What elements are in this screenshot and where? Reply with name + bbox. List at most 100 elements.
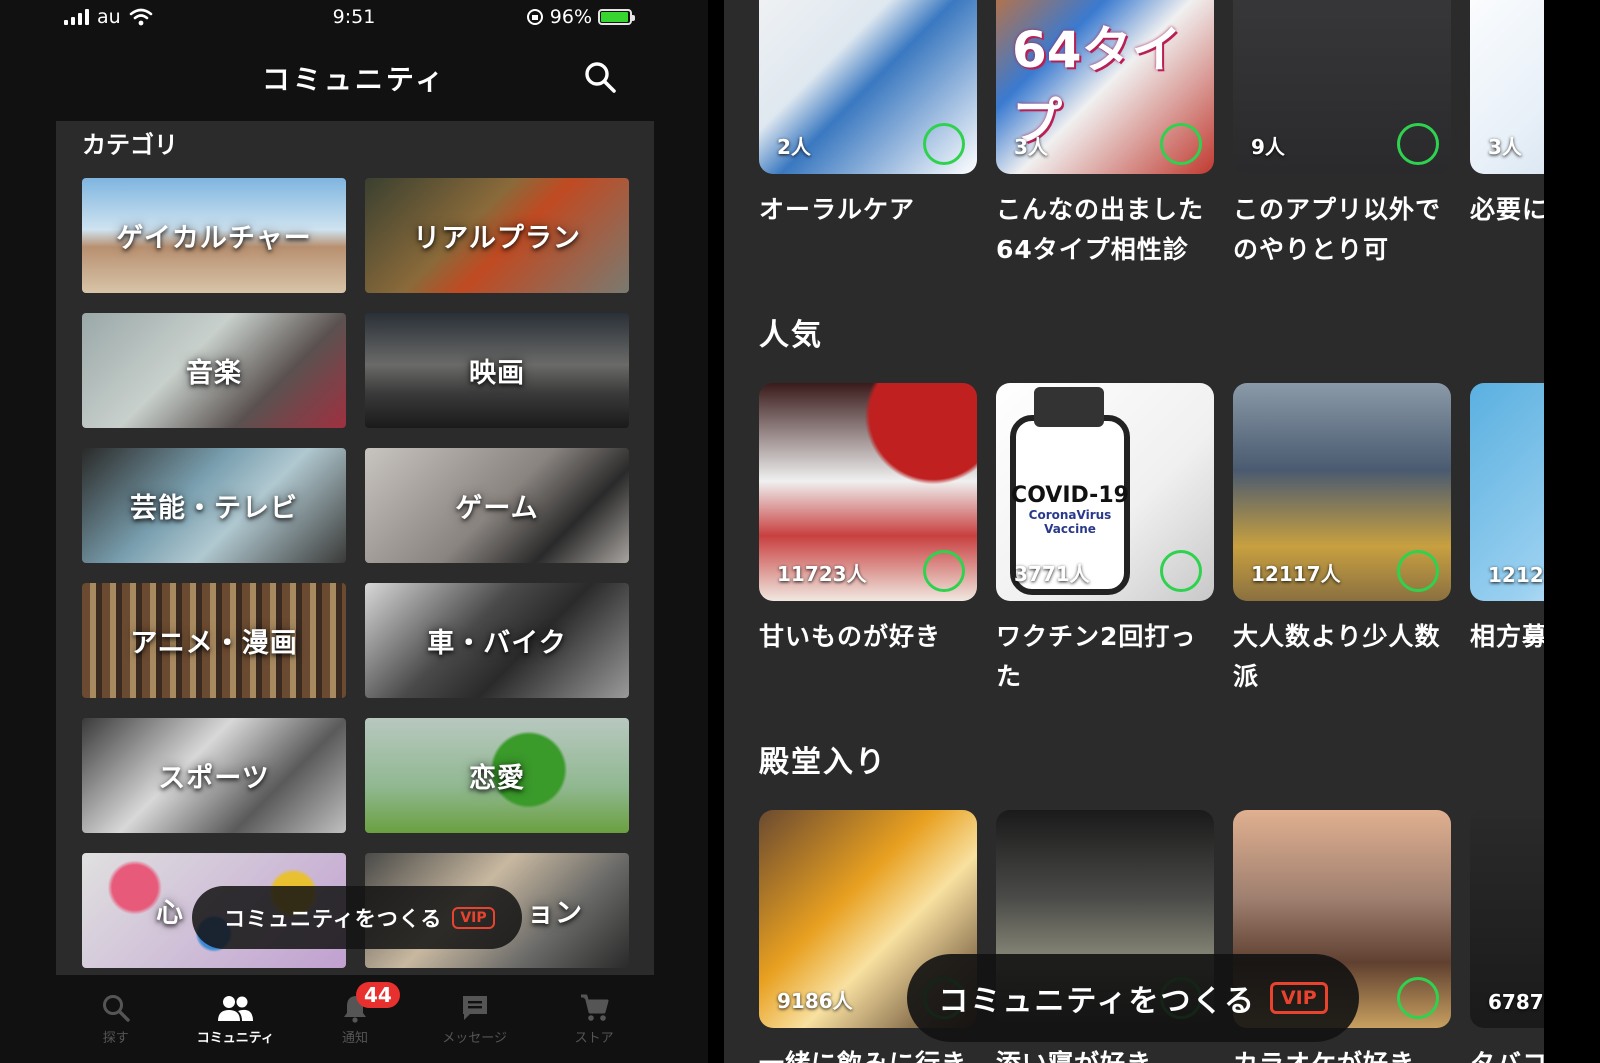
member-count: 12117人	[1251, 562, 1341, 586]
cart-icon	[581, 994, 609, 1021]
tab-search[interactable]: 探す	[61, 975, 171, 1063]
community-thumbnail: 2人	[759, 0, 977, 174]
tab-notifications[interactable]: 通知 44	[300, 975, 410, 1063]
community-thumbnail: 1212	[1470, 383, 1544, 601]
tab-label: メッセージ	[442, 1031, 507, 1046]
category-label: 車・バイク	[427, 628, 567, 659]
category-label: 映画	[469, 358, 525, 389]
community-thumbnail: COVID-19 CoronaVirus Vaccine 3771人	[996, 383, 1214, 601]
community-title: カラオケが好き	[1233, 1044, 1451, 1063]
member-count: 1212	[1488, 563, 1544, 587]
join-ring-icon	[923, 550, 965, 592]
category-tile[interactable]: ゲイカルチャー	[82, 178, 346, 293]
community-title: 相方募	[1470, 622, 1544, 651]
category-tile[interactable]: リアルプラン	[365, 178, 629, 293]
community-title: タバコ	[1470, 1044, 1544, 1063]
vaccine-label: COVID-19 CoronaVirus Vaccine	[1006, 483, 1134, 536]
join-ring-icon	[1397, 550, 1439, 592]
notification-badge: 44	[355, 982, 400, 1008]
search-icon[interactable]	[583, 60, 617, 94]
member-count: 2人	[777, 135, 811, 159]
category-tile[interactable]: 恋愛	[365, 718, 629, 833]
community-card[interactable]: 1212 相方募	[1470, 383, 1544, 697]
category-tile[interactable]: 音楽	[82, 313, 346, 428]
community-card[interactable]: COVID-19 CoronaVirus Vaccine 3771人 ワクチン2…	[996, 383, 1214, 697]
join-ring-icon	[1160, 550, 1202, 592]
member-count: 3771人	[1014, 562, 1090, 586]
community-thumbnail: 12117人	[1233, 383, 1451, 601]
join-ring-icon	[1160, 123, 1202, 165]
community-title: 一緒に飲みに行き	[759, 1044, 977, 1063]
community-card[interactable]: 6787 タバコ	[1470, 810, 1544, 1063]
create-community-button[interactable]: コミュニティをつくる VIP	[907, 954, 1359, 1042]
member-count: 9186人	[777, 989, 853, 1013]
create-community-button[interactable]: コミュニティをつくる VIP	[192, 886, 522, 949]
community-card[interactable]: 11723人 甘いものが好き	[759, 383, 977, 697]
community-title: 添い寝が好き	[996, 1044, 1214, 1063]
category-label: スポーツ	[158, 763, 270, 794]
category-label: 芸能・テレビ	[130, 493, 298, 524]
create-community-label: コミュニティをつくる	[938, 984, 1256, 1019]
community-title: こんなの出ました64タイプ相性診	[996, 195, 1205, 264]
join-ring-icon	[923, 123, 965, 165]
tab-label: 通知	[341, 1031, 368, 1046]
community-title: ワクチン2回打った	[996, 622, 1197, 691]
tab-label: ストア	[574, 1031, 614, 1046]
tab-bar: 探す コミュニティ 通知 44 メッセージ ストア	[56, 975, 654, 1063]
community-card[interactable]: 64タイプ 3人 こんなの出ました64タイプ相性診	[996, 0, 1214, 270]
member-count: 3人	[1014, 135, 1048, 159]
category-label: ョン	[527, 898, 583, 929]
category-heading: カテゴリ	[82, 131, 178, 159]
tab-messages[interactable]: メッセージ	[420, 975, 530, 1063]
category-grid: ゲイカルチャー リアルプラン 音楽 映画 芸能・テレビ ゲーム アニメ・漫画 車…	[82, 178, 629, 968]
join-ring-icon	[1397, 977, 1439, 1019]
top-row: 2人 オーラルケア 64タイプ 3人 こんなの出ました64タイプ相性診 9人 こ…	[759, 0, 1544, 270]
community-title: 甘いものが好き	[759, 622, 942, 651]
category-label: 心	[156, 898, 184, 929]
community-title: 必要にカミン	[1470, 195, 1544, 224]
category-panel: カテゴリ ゲイカルチャー リアルプラン 音楽 映画 芸能・テレビ ゲーム アニメ…	[56, 121, 654, 975]
category-label: リアルプラン	[413, 223, 581, 254]
vaccine-label-sub: CoronaVirus Vaccine	[1028, 508, 1112, 536]
category-label: ゲーム	[455, 493, 539, 524]
tab-community[interactable]: コミュニティ	[180, 975, 290, 1063]
popular-row: 11723人 甘いものが好き COVID-19 CoronaVirus Vacc…	[759, 383, 1544, 697]
community-thumbnail: 11723人	[759, 383, 977, 601]
category-tile[interactable]: アニメ・漫画	[82, 583, 346, 698]
battery-icon	[598, 9, 635, 25]
category-tile[interactable]: 芸能・テレビ	[82, 448, 346, 563]
community-card[interactable]: 12117人 大人数より少人数派	[1233, 383, 1451, 697]
create-community-label: コミュニティをつくる	[224, 906, 443, 931]
category-tile[interactable]: ゲーム	[365, 448, 629, 563]
category-tile[interactable]: スポーツ	[82, 718, 346, 833]
community-card[interactable]: 9人 このアプリ以外でのやりとり可	[1233, 0, 1451, 270]
category-label: アニメ・漫画	[130, 628, 298, 659]
community-card[interactable]: 3人 必要にカミン	[1470, 0, 1544, 270]
community-thumbnail: 6787	[1470, 810, 1544, 1028]
tab-store[interactable]: ストア	[539, 975, 649, 1063]
vaccine-label-title: COVID-19	[1011, 483, 1129, 508]
category-label: 音楽	[186, 358, 242, 389]
community-title: 大人数より少人数派	[1233, 622, 1441, 691]
community-thumbnail: 64タイプ 3人	[996, 0, 1214, 174]
member-count: 11723人	[777, 562, 867, 586]
left-screen: au 9:51 96% コミュニティ カテゴリ ゲイカルチャー リアルプラン 音…	[0, 0, 708, 1063]
member-count: 3人	[1488, 135, 1522, 159]
category-tile[interactable]: 車・バイク	[365, 583, 629, 698]
community-card[interactable]: 2人 オーラルケア	[759, 0, 977, 270]
people-icon	[218, 996, 254, 1021]
battery-percent: 96%	[549, 6, 592, 28]
category-tile[interactable]: 映画	[365, 313, 629, 428]
community-thumbnail: 9人	[1233, 0, 1451, 174]
member-count: 9人	[1251, 135, 1285, 159]
section-title-hall-of-fame: 殿堂入り	[759, 745, 887, 780]
join-ring-icon	[1397, 123, 1439, 165]
tab-label: 探す	[102, 1031, 129, 1046]
vip-badge: VIP	[452, 906, 495, 929]
community-title: このアプリ以外でのやりとり可	[1233, 195, 1442, 264]
category-label: 恋愛	[469, 763, 525, 794]
right-screen: 2人 オーラルケア 64タイプ 3人 こんなの出ました64タイプ相性診 9人 こ…	[724, 0, 1544, 1063]
message-icon	[462, 996, 487, 1020]
member-count: 6787	[1488, 990, 1544, 1014]
search-tab-icon	[102, 995, 130, 1022]
